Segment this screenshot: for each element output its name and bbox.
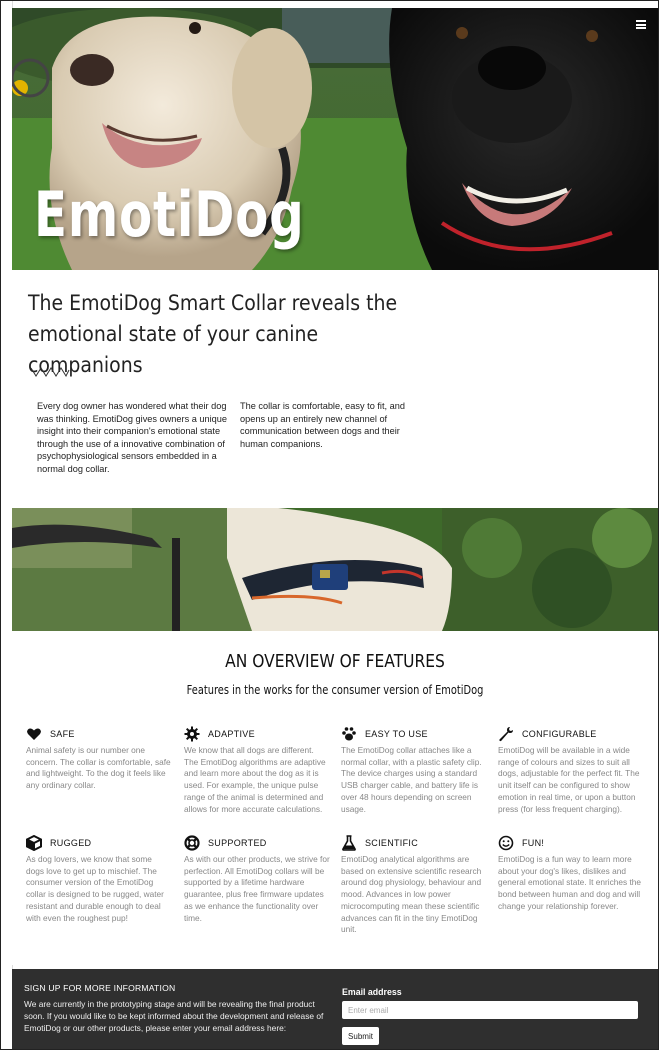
feature-title: SAFE <box>50 729 75 739</box>
signup-footer: SIGN UP FOR MORE INFORMATION We are curr… <box>12 969 658 1049</box>
feature-title: EASY TO USE <box>365 729 428 739</box>
feature-title: SCIENTIFIC <box>365 838 419 848</box>
feature-title: CONFIGURABLE <box>522 729 597 739</box>
signup-description: We are currently in the prototyping stag… <box>24 999 324 1033</box>
email-label: Email address <box>342 987 402 997</box>
features-section: AN OVERVIEW OF FEATURES Features in the … <box>12 631 658 965</box>
cube-icon <box>26 835 42 851</box>
wrench-icon <box>499 727 513 742</box>
heart-icon <box>27 728 41 740</box>
feature-description: EmotiDog will be available in a wide ran… <box>498 745 640 814</box>
zigzag-divider-icon <box>30 367 70 378</box>
hero-banner: EmotiDog <box>12 8 658 270</box>
feature-title: SUPPORTED <box>208 838 267 848</box>
lifebuoy-icon <box>184 835 200 851</box>
feature-description: Animal safety is our number one concern.… <box>26 745 171 791</box>
submit-button[interactable]: Submit <box>342 1027 379 1045</box>
collar-photo <box>12 508 658 631</box>
feature-safe: SAFE Animal safety is our number one con… <box>26 727 172 792</box>
feature-scientific: SCIENTIFIC EmotiDog analytical algorithm… <box>341 835 487 936</box>
features-heading: AN OVERVIEW OF FEATURES <box>225 651 445 672</box>
feature-configurable: CONFIGURABLE EmotiDog will be available … <box>498 727 644 815</box>
feature-description: We know that all dogs are different. The… <box>184 745 326 814</box>
intro-section: The EmotiDog Smart Collar reveals the em… <box>12 270 658 508</box>
hamburger-menu-icon[interactable] <box>636 20 646 29</box>
feature-supported: SUPPORTED As with our other products, we… <box>184 835 330 924</box>
paw-icon <box>342 727 356 741</box>
feature-description: EmotiDog analytical algorithms are based… <box>341 854 482 935</box>
smiley-icon <box>498 835 514 851</box>
feature-adaptive: ADAPTIVE We know that all dogs are diffe… <box>184 726 330 815</box>
signup-title: SIGN UP FOR MORE INFORMATION <box>24 983 176 993</box>
feature-rugged: RUGGED As dog lovers, we know that some … <box>26 835 172 924</box>
intro-paragraph-1: Every dog owner has wondered what their … <box>37 401 227 474</box>
feature-description: As with our other products, we strive fo… <box>184 854 330 923</box>
feature-title: ADAPTIVE <box>208 729 255 739</box>
feature-description: The EmotiDog collar attaches like a norm… <box>341 745 482 814</box>
email-field[interactable] <box>342 1001 638 1019</box>
feature-fun: FUN! EmotiDog is a fun way to learn more… <box>498 835 644 913</box>
page-frame: EmotiDog The EmotiDog Smart Collar revea… <box>0 0 659 1050</box>
feature-easy-to-use: EASY TO USE The EmotiDog collar attaches… <box>341 727 487 815</box>
intro-paragraph-2: The collar is comfortable, easy to fit, … <box>240 401 405 449</box>
gear-icon <box>184 726 200 742</box>
features-subheading: Features in the works for the consumer v… <box>186 683 484 697</box>
feature-description: EmotiDog is a fun way to learn more abou… <box>498 854 641 911</box>
feature-title: RUGGED <box>50 838 92 848</box>
site-logo-title: EmotiDog <box>34 178 305 251</box>
intro-headline: The EmotiDog Smart Collar reveals the em… <box>28 291 398 377</box>
flask-icon <box>342 835 356 851</box>
feature-title: FUN! <box>522 838 545 848</box>
feature-description: As dog lovers, we know that some dogs lo… <box>26 854 164 923</box>
